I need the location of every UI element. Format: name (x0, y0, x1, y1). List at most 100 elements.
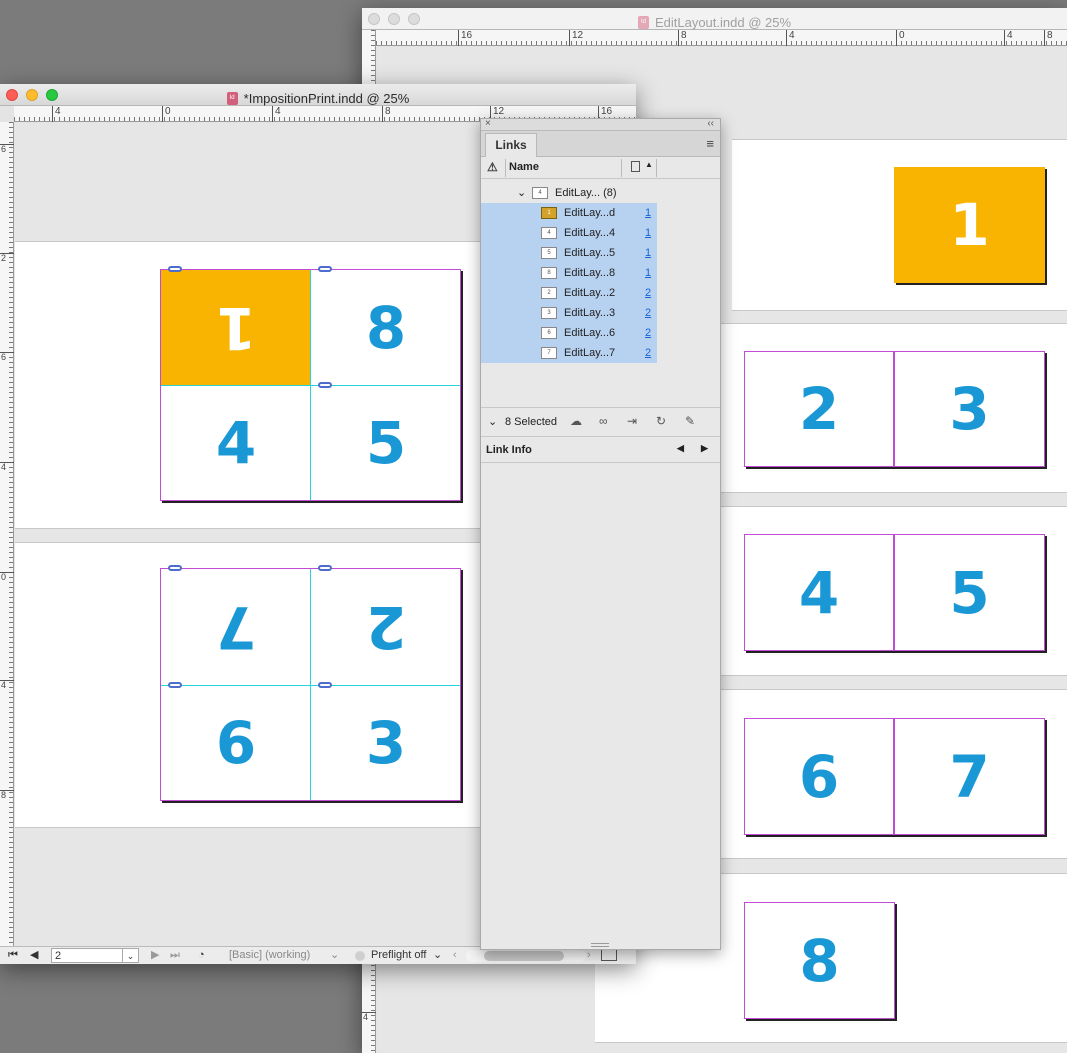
thumbnail-icon: 3 (541, 307, 557, 319)
link-group-row[interactable]: ⌄ 4 EditLay... (8) (481, 183, 657, 203)
zoom-window-button[interactable] (46, 89, 58, 101)
page-number: 1 (949, 191, 990, 259)
close-window-button[interactable] (368, 13, 380, 25)
go-to-link-icon[interactable]: ⇥ (627, 414, 637, 428)
chevron-down-icon[interactable]: ⌄ (433, 948, 442, 963)
page-icon[interactable] (631, 161, 640, 172)
name-column-header[interactable]: Name (509, 161, 539, 173)
style-dropdown[interactable]: [Basic] (working) (229, 948, 310, 963)
tab-links[interactable]: Links (485, 133, 537, 157)
close-panel-icon[interactable]: × (485, 118, 491, 129)
page-4[interactable]: 4 (744, 534, 894, 651)
page-link[interactable]: 1 (645, 243, 651, 263)
update-link-icon[interactable]: ↻ (656, 414, 666, 428)
page-number: 2 (798, 375, 840, 443)
link-chain-icon[interactable] (168, 682, 182, 688)
page-6[interactable]: 6 (744, 718, 894, 835)
link-chain-icon[interactable] (318, 382, 332, 388)
editlayout-titlebar[interactable]: Id EditLayout.indd @ 25% (362, 8, 1067, 30)
page-link[interactable]: 2 (645, 283, 651, 303)
link-row[interactable]: 8 EditLay...8 1 (481, 263, 657, 283)
link-info-header[interactable]: Link Info ◀ ▶ (481, 437, 720, 463)
link-chain-icon[interactable] (318, 266, 332, 272)
link-chain-icon[interactable] (168, 565, 182, 571)
imposed-page[interactable]: 7 (161, 569, 311, 685)
imposed-page[interactable]: 1 (161, 270, 311, 386)
link-row[interactable]: 1 EditLay...d 1 (481, 203, 657, 223)
page-link[interactable]: 1 (645, 203, 651, 223)
page-number: 8 (799, 926, 840, 995)
horizontal-ruler[interactable]: 16 12 8 4 0 4 8 (376, 30, 1067, 46)
last-page-icon[interactable]: ⏭ (170, 948, 180, 963)
page-link[interactable]: 1 (645, 223, 651, 243)
scrollbar-thumb[interactable] (484, 951, 564, 961)
link-row[interactable]: 4 EditLay...4 1 (481, 223, 657, 243)
imposed-page[interactable]: 3 (311, 685, 461, 800)
scroll-left-icon[interactable]: ‹ (453, 948, 457, 963)
resize-grip[interactable] (591, 943, 609, 947)
next-link-icon[interactable]: ▶ (701, 443, 708, 454)
imposed-page[interactable]: 6 (161, 685, 311, 800)
imposed-page[interactable]: 2 (311, 569, 461, 685)
imposed-page[interactable]: 8 (311, 270, 461, 386)
chevron-down-icon[interactable]: ⌄ (517, 183, 526, 203)
page-link[interactable]: 2 (645, 303, 651, 323)
warning-icon[interactable]: ⚠ (487, 160, 498, 174)
page-number: 3 (949, 375, 990, 443)
page-number: 4 (798, 558, 840, 627)
link-chain-icon[interactable] (318, 565, 332, 571)
column-header[interactable]: ⚠ Name ▲ (481, 157, 720, 179)
next-page-icon[interactable]: ▶ (151, 948, 159, 963)
zoom-window-button[interactable] (408, 13, 420, 25)
link-row[interactable]: 3 EditLay...3 2 (481, 303, 657, 323)
imposed-page[interactable]: 5 (311, 386, 461, 500)
preflight-dropdown[interactable]: Preflight off (371, 948, 426, 963)
close-window-button[interactable] (6, 89, 18, 101)
chevron-down-icon[interactable]: ⌄ (122, 949, 138, 962)
prev-link-icon[interactable]: ◀ (677, 443, 684, 454)
thumbnail-icon: 7 (541, 347, 557, 359)
page-7[interactable]: 7 (894, 718, 1045, 835)
page-8[interactable]: 8 (744, 902, 895, 1019)
relink-cc-icon[interactable]: ☁ (570, 414, 582, 428)
sort-icon[interactable]: ▲ (645, 160, 653, 169)
panel-menu-icon[interactable]: ≡ (706, 136, 714, 151)
collapse-panel-icon[interactable]: ‹‹ (707, 118, 714, 129)
imposed-sheet-1[interactable]: 1 8 4 5 (160, 269, 461, 501)
page-number: 8 (365, 294, 407, 362)
thumbnail-icon: 1 (541, 207, 557, 219)
panel-header-bar[interactable]: × ‹‹ (481, 118, 720, 131)
link-row[interactable]: 5 EditLay...5 1 (481, 243, 657, 263)
chevron-down-icon[interactable]: ⌄ (488, 415, 497, 428)
scroll-right-icon[interactable]: › (587, 948, 591, 963)
page-link[interactable]: 2 (645, 343, 651, 363)
page-number: 1 (215, 294, 257, 362)
prev-page-icon[interactable]: ◀ (30, 948, 38, 963)
panel-tab-bar: Links ≡ (481, 131, 720, 157)
imposed-sheet-2[interactable]: 7 2 6 3 (160, 568, 461, 801)
horizontal-scrollbar[interactable] (466, 950, 586, 962)
page-1[interactable]: 1 (894, 167, 1045, 283)
link-chain-icon[interactable] (318, 682, 332, 688)
minimize-window-button[interactable] (26, 89, 38, 101)
link-row[interactable]: 6 EditLay...6 2 (481, 323, 657, 343)
open-file-icon[interactable]: ◔ (198, 948, 205, 963)
page-link[interactable]: 2 (645, 323, 651, 343)
page-2[interactable]: 2 (744, 351, 894, 467)
split-view-icon[interactable] (601, 949, 617, 961)
first-page-icon[interactable]: ⏮ (8, 948, 18, 963)
link-row[interactable]: 7 EditLay...7 2 (481, 343, 657, 363)
impositionprint-titlebar[interactable]: Id *ImpositionPrint.indd @ 25% (0, 84, 636, 106)
link-row[interactable]: 2 EditLay...2 2 (481, 283, 657, 303)
minimize-window-button[interactable] (388, 13, 400, 25)
vertical-ruler[interactable]: 6 2 6 4 0 4 8 (0, 122, 14, 946)
page-number-field[interactable]: 2 ⌄ (51, 948, 139, 963)
edit-original-icon[interactable]: ✎ (685, 414, 695, 428)
imposed-page[interactable]: 4 (161, 386, 311, 500)
chevron-down-icon[interactable]: ⌄ (330, 948, 339, 963)
link-chain-icon[interactable] (168, 266, 182, 272)
relink-icon[interactable]: ∞ (599, 414, 608, 428)
page-5[interactable]: 5 (894, 534, 1045, 651)
page-3[interactable]: 3 (894, 351, 1045, 467)
page-link[interactable]: 1 (645, 263, 651, 283)
